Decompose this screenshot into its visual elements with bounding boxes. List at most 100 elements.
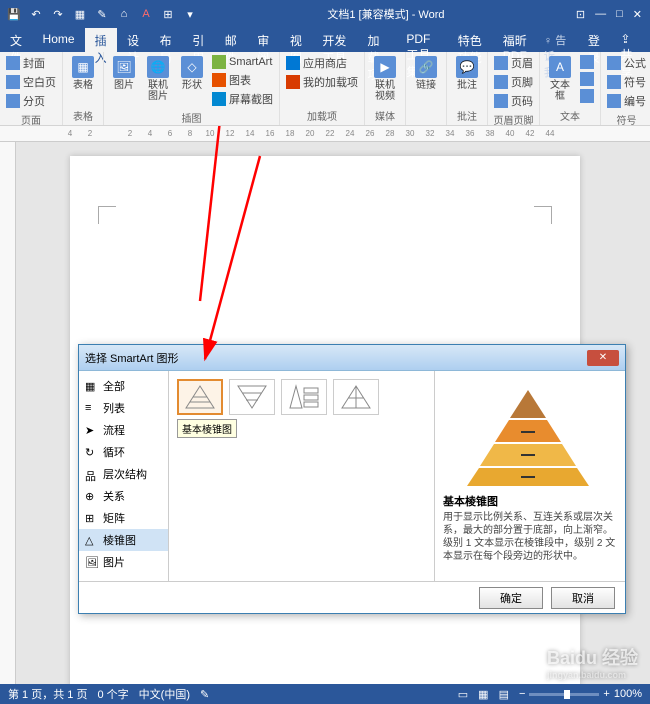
- undo-icon[interactable]: ↶: [28, 6, 44, 22]
- minimize-icon[interactable]: —: [595, 8, 606, 21]
- close-icon[interactable]: ✕: [587, 350, 619, 366]
- tab-special[interactable]: 特色功能: [448, 28, 493, 52]
- page-count[interactable]: 第 1 页，共 1 页: [8, 686, 87, 702]
- cat-process[interactable]: ➤流程: [79, 419, 168, 441]
- track-changes-icon[interactable]: ✎: [200, 688, 209, 701]
- maximize-icon[interactable]: □: [616, 8, 623, 21]
- dialog-title: 选择 SmartArt 图形: [85, 350, 587, 366]
- tab-mailings[interactable]: 邮件: [215, 28, 248, 52]
- cat-picture[interactable]: 🖼图片: [79, 551, 168, 573]
- word-count[interactable]: 0 个字: [97, 686, 128, 702]
- screenshot-button[interactable]: 屏幕截图: [210, 90, 275, 108]
- group-label: [410, 121, 442, 123]
- shapes-button[interactable]: ◇形状: [176, 54, 208, 93]
- wordart-button[interactable]: [578, 71, 596, 87]
- tab-pdftools[interactable]: PDF工具集: [396, 28, 447, 52]
- zoom-out-icon[interactable]: −: [519, 688, 525, 700]
- login-button[interactable]: 登录: [578, 28, 611, 52]
- vertical-ruler[interactable]: [0, 142, 16, 684]
- cat-list[interactable]: ≡列表: [79, 397, 168, 419]
- qat-icon[interactable]: A: [138, 6, 154, 22]
- quickparts-button[interactable]: [578, 54, 596, 70]
- close-icon[interactable]: ✕: [633, 8, 642, 21]
- group-label: 表格: [67, 106, 99, 123]
- zoom-level[interactable]: 100%: [614, 688, 642, 700]
- cat-relationship[interactable]: ⊕关系: [79, 485, 168, 507]
- cat-hierarchy[interactable]: 品层次结构: [79, 463, 168, 485]
- thumb-pyramid-list[interactable]: [281, 379, 327, 415]
- page-number-button[interactable]: 页码: [492, 92, 535, 110]
- group-label: 符号: [605, 110, 648, 127]
- cat-matrix[interactable]: ⊞矩阵: [79, 507, 168, 529]
- ribbon-tabs: 文件 Home 插入 设计 布局 引用 邮件 审阅 视图 开发工具 加载项 PD…: [0, 28, 650, 52]
- qat-icon[interactable]: ⊞: [160, 6, 176, 22]
- tab-addins[interactable]: 加载项: [357, 28, 396, 52]
- symbol-button[interactable]: 符号: [605, 73, 648, 91]
- tab-developer[interactable]: 开发工具: [312, 28, 357, 52]
- page-break-button[interactable]: 分页: [4, 92, 58, 110]
- thumb-segmented-pyramid[interactable]: [333, 379, 379, 415]
- tab-home[interactable]: Home: [33, 28, 85, 52]
- my-addins-button[interactable]: 我的加载项: [284, 73, 360, 91]
- chart-button[interactable]: 图表: [210, 71, 275, 89]
- cat-cycle[interactable]: ↻循环: [79, 441, 168, 463]
- cat-pyramid[interactable]: △棱锥图: [79, 529, 168, 551]
- cancel-button[interactable]: 取消: [551, 587, 615, 609]
- redo-icon[interactable]: ↷: [50, 6, 66, 22]
- dialog-footer: 确定 取消: [79, 581, 625, 613]
- print-layout-icon[interactable]: ▦: [478, 688, 488, 701]
- thumb-basic-pyramid[interactable]: [177, 379, 223, 415]
- pictures-button[interactable]: 🖼图片: [108, 54, 140, 93]
- tab-references[interactable]: 引用: [182, 28, 215, 52]
- window-title: 文档1 [兼容模式] - Word: [204, 6, 568, 22]
- thumb-inverted-pyramid[interactable]: [229, 379, 275, 415]
- group-comments: 💬批注 批注: [447, 52, 488, 125]
- zoom-slider[interactable]: [529, 693, 599, 696]
- links-button[interactable]: 🔗链接: [410, 54, 442, 93]
- dialog-titlebar[interactable]: 选择 SmartArt 图形 ✕: [79, 345, 625, 371]
- tell-me[interactable]: ♀ 告诉我...: [538, 28, 578, 52]
- table-button[interactable]: ▦表格: [67, 54, 99, 93]
- category-list: ▦全部 ≡列表 ➤流程 ↻循环 品层次结构 ⊕关系 ⊞矩阵 △棱锥图 🖼图片: [79, 371, 169, 581]
- tab-review[interactable]: 审阅: [247, 28, 280, 52]
- tab-view[interactable]: 视图: [280, 28, 313, 52]
- header-button[interactable]: 页眉: [492, 54, 535, 72]
- blank-page-button[interactable]: 空白页: [4, 73, 58, 91]
- smartart-dialog: 选择 SmartArt 图形 ✕ ▦全部 ≡列表 ➤流程 ↻循环 品层次结构 ⊕…: [78, 344, 626, 614]
- smartart-button[interactable]: SmartArt: [210, 54, 275, 70]
- qat-icon[interactable]: ▾: [182, 6, 198, 22]
- dropcap-button[interactable]: [578, 88, 596, 104]
- ribbon-options-icon[interactable]: ⊡: [576, 8, 585, 21]
- tab-design[interactable]: 设计: [117, 28, 150, 52]
- cat-all[interactable]: ▦全部: [79, 375, 168, 397]
- group-media: ▶联机视频 媒体: [365, 52, 406, 125]
- read-mode-icon[interactable]: ▭: [458, 688, 468, 701]
- number-button[interactable]: 编号: [605, 92, 648, 110]
- footer-button[interactable]: 页脚: [492, 73, 535, 91]
- language[interactable]: 中文(中国): [139, 686, 190, 702]
- comment-button[interactable]: 💬批注: [451, 54, 483, 93]
- store-button[interactable]: 应用商店: [284, 54, 360, 72]
- cover-page-button[interactable]: 封面: [4, 54, 58, 72]
- equation-button[interactable]: 公式: [605, 54, 648, 72]
- tab-insert[interactable]: 插入: [85, 28, 118, 52]
- save-icon[interactable]: 💾: [6, 6, 22, 22]
- zoom-control[interactable]: − + 100%: [519, 688, 642, 700]
- qat-icon[interactable]: ⌂: [116, 6, 132, 22]
- tab-layout[interactable]: 布局: [150, 28, 183, 52]
- zoom-in-icon[interactable]: +: [603, 688, 609, 700]
- online-pictures-button[interactable]: 🌐联机图片: [142, 54, 174, 104]
- title-bar: 💾 ↶ ↷ ▦ ✎ ⌂ A ⊞ ▾ 文档1 [兼容模式] - Word ⊡ — …: [0, 0, 650, 28]
- online-video-button[interactable]: ▶联机视频: [369, 54, 401, 104]
- tab-file[interactable]: 文件: [0, 28, 33, 52]
- group-label: 加载项: [284, 106, 360, 123]
- share-button[interactable]: ⇪ 共享: [610, 28, 650, 52]
- web-layout-icon[interactable]: ▤: [499, 688, 509, 701]
- textbox-button[interactable]: A文本框: [544, 54, 576, 104]
- ok-button[interactable]: 确定: [479, 587, 543, 609]
- preview-pane: 基本棱锥图 用于显示比例关系、互连关系或层次关系，最大的部分置于底部，向上渐窄。…: [435, 371, 625, 581]
- qat-icon[interactable]: ▦: [72, 6, 88, 22]
- horizontal-ruler[interactable]: 4224681012141618202224262830323436384042…: [0, 126, 650, 142]
- tab-foxit[interactable]: 福昕PDF: [493, 28, 538, 52]
- qat-icon[interactable]: ✎: [94, 6, 110, 22]
